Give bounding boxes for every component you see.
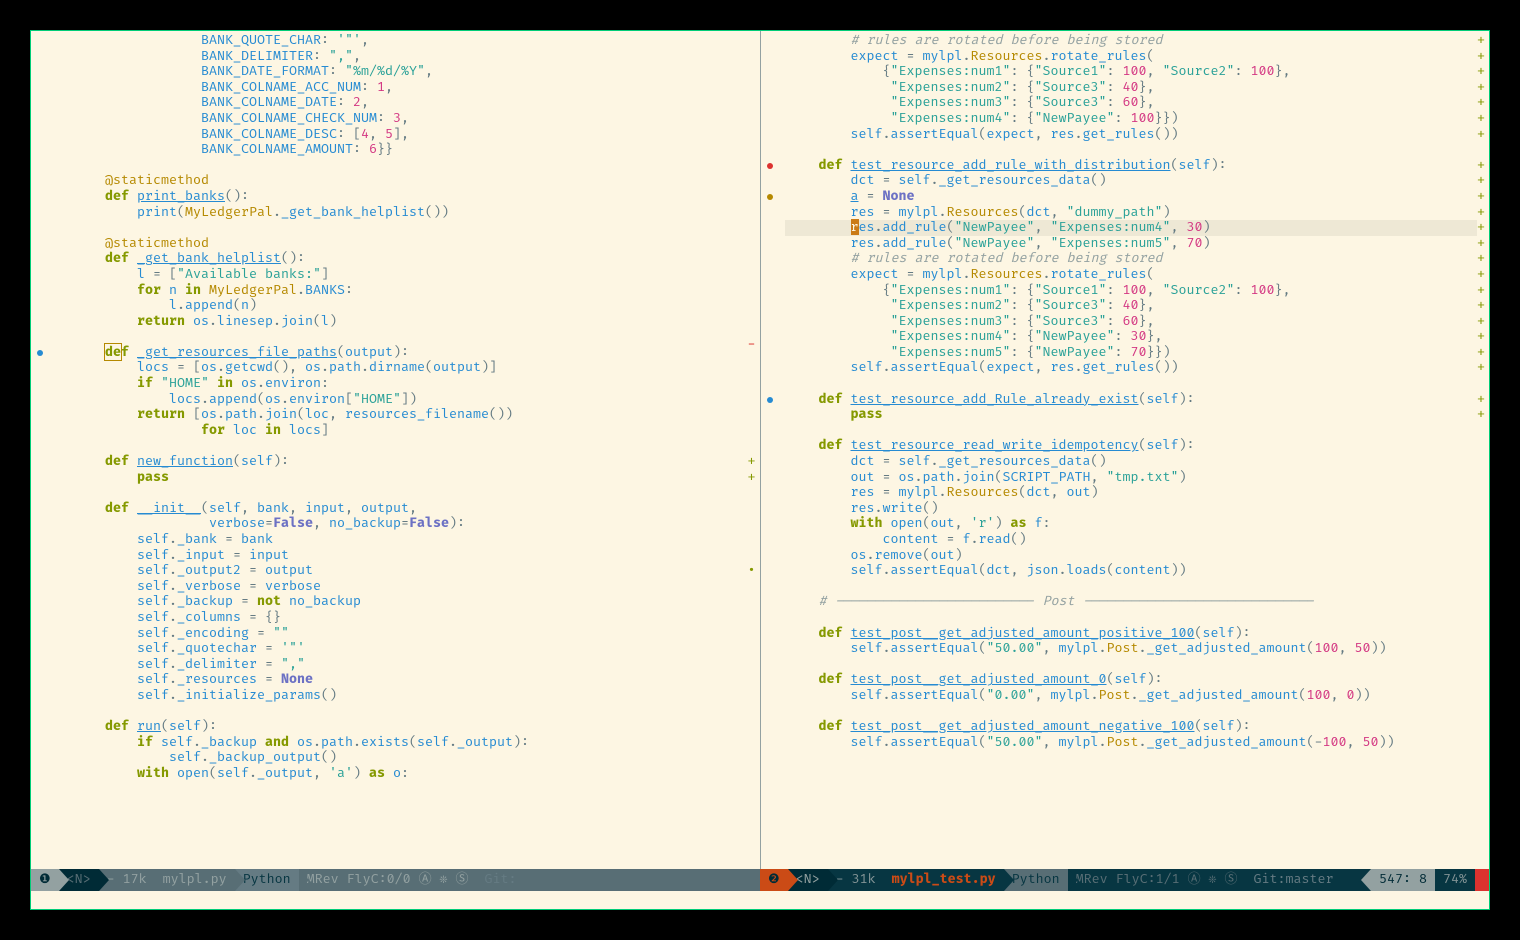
window-number-indicator: ❶ xyxy=(31,869,59,891)
echo-area[interactable] xyxy=(31,891,1489,909)
left-code-buffer[interactable]: BANK_QUOTE_CHAR: '"', BANK_DELIMITER: ",… xyxy=(31,31,760,782)
left-diff-column: + + • xyxy=(748,33,756,782)
powerline-end-cap xyxy=(1475,869,1489,891)
modelines: ❶ <N> - 17k mylpl.py Python MRev FlyC:0/… xyxy=(31,869,1489,891)
buffer-filename[interactable]: mylpl_test.py xyxy=(884,869,1004,891)
split-panes: - BANK_QUOTE_CHAR: '"', BANK_DELIMITER: … xyxy=(31,31,1489,869)
modeline-right[interactable]: ❷ <N> - 31k mylpl_test.py Python MRev Fl… xyxy=(760,869,1489,891)
minor-modes[interactable]: MRev FlyC:1/1 Ⓐ ❊ Ⓢ xyxy=(1068,869,1246,891)
right-code-buffer[interactable]: # rules are rotated before being stored … xyxy=(761,31,1490,750)
vc-branch[interactable]: Git: xyxy=(476,869,524,891)
minor-modes[interactable]: MRev FlyC:0/0 Ⓐ ❊ Ⓢ xyxy=(299,869,477,891)
vc-branch[interactable]: Git:master xyxy=(1245,869,1341,891)
modeline-left[interactable]: ❶ <N> - 17k mylpl.py Python MRev FlyC:0/… xyxy=(31,869,760,891)
scroll-percent: 74% xyxy=(1435,869,1475,891)
cursor-position: 547: 8 xyxy=(1371,869,1435,891)
window-number-indicator: ❷ xyxy=(760,869,788,891)
buffer-filename[interactable]: mylpl.py xyxy=(155,869,235,891)
right-pane[interactable]: # rules are rotated before being stored … xyxy=(761,31,1490,869)
right-diff-column: + + + + + + + + + + + + + + + + + + + + … xyxy=(1477,33,1485,766)
left-pane[interactable]: - BANK_QUOTE_CHAR: '"', BANK_DELIMITER: … xyxy=(31,31,761,869)
editor-frame: - BANK_QUOTE_CHAR: '"', BANK_DELIMITER: … xyxy=(30,30,1490,910)
